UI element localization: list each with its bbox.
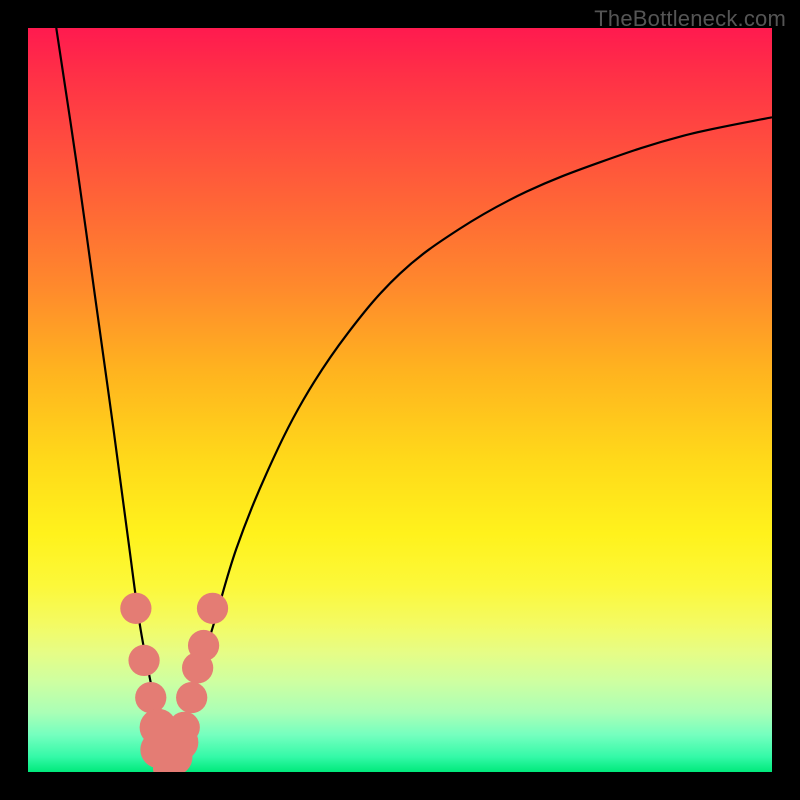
bead-point [135,682,166,713]
curve-group [56,28,772,772]
chart-svg [28,28,772,772]
outer-frame: TheBottleneck.com [0,0,800,800]
bead-group [120,593,228,772]
bead-point [120,593,151,624]
plot-area [28,28,772,772]
bead-point [128,645,159,676]
bead-point [188,630,219,661]
bead-point [176,682,207,713]
bead-point [197,593,228,624]
watermark-text: TheBottleneck.com [594,6,786,32]
curve-right-branch [169,117,772,772]
bead-point [169,712,200,743]
